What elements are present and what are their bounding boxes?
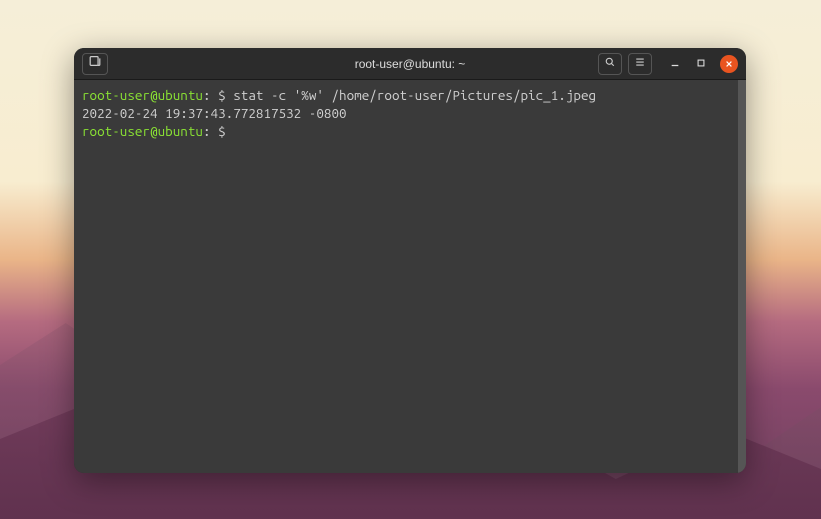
prompt-separator: : [203,123,211,139]
terminal-line-command: root-user@ubuntu: $ stat -c '%w' /home/r… [82,86,738,104]
titlebar-left-controls [82,53,108,75]
terminal-scrollbar[interactable] [738,80,746,473]
window-controls [668,55,738,73]
hamburger-icon [634,55,646,73]
prompt-user-host: root-user@ubuntu [82,87,203,103]
search-icon [604,55,616,73]
command-text: stat -c '%w' /home/root-user/Pictures/pi… [233,87,596,103]
maximize-button[interactable] [694,57,708,71]
window-title: root-user@ubuntu: ~ [355,57,466,71]
terminal-window: root-user@ubuntu: ~ [74,48,746,473]
prompt-symbol: $ [211,87,234,103]
terminal-line-prompt: root-user@ubuntu: $ [82,122,738,140]
new-tab-button[interactable] [82,53,108,75]
terminal-output-area[interactable]: root-user@ubuntu: $ stat -c '%w' /home/r… [74,80,746,473]
prompt-separator: : [203,87,211,103]
output-text: 2022-02-24 19:37:43.772817532 -0800 [82,105,347,121]
close-icon [725,55,733,73]
prompt-user-host: root-user@ubuntu [82,123,203,139]
window-titlebar[interactable]: root-user@ubuntu: ~ [74,48,746,80]
minimize-button[interactable] [668,57,682,71]
close-button[interactable] [720,55,738,73]
new-tab-icon [88,54,102,73]
menu-button[interactable] [628,53,652,75]
minimize-icon [670,55,680,73]
terminal-line-output: 2022-02-24 19:37:43.772817532 -0800 [82,104,738,122]
maximize-icon [696,55,706,73]
titlebar-right-controls [598,53,738,75]
search-button[interactable] [598,53,622,75]
prompt-symbol: $ [211,123,234,139]
